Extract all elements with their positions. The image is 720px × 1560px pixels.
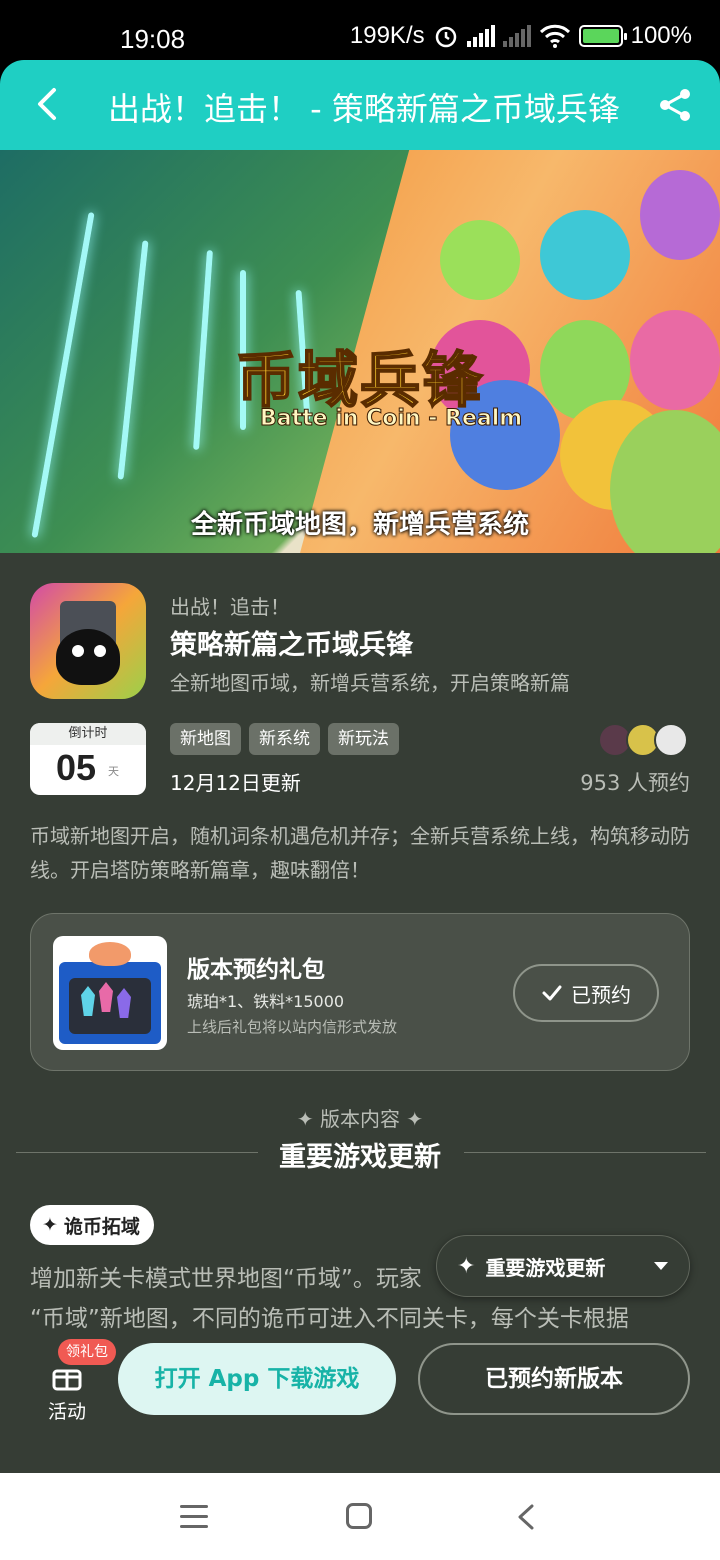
banner-caption: 全新币域地图，新增兵营系统 xyxy=(190,510,529,540)
open-app-button[interactable]: 打开 App 下载游戏 xyxy=(118,1343,396,1415)
gift-box-image xyxy=(53,936,167,1050)
content-area: 出战！追击！ 策略新篇之币域兵锋 全新地图币域，新增兵营系统，开启策略新篇 倒计… xyxy=(0,553,720,1473)
gift-reserved-button[interactable]: 已预约 xyxy=(513,964,659,1022)
gift-pack-card: 版本预约礼包 琥珀*1、铁料*15000 上线后礼包将以站内信形式发放 已预约 xyxy=(30,913,690,1071)
sparkle-icon: ✦ xyxy=(406,1107,424,1131)
section-title: 重要游戏更新 xyxy=(279,1142,441,1173)
reserved-new-version-button[interactable]: 已预约新版本 xyxy=(418,1343,690,1415)
back-arrow-icon[interactable] xyxy=(30,86,66,122)
countdown-label: 倒计时 xyxy=(30,723,146,745)
section-tag-label: 版本内容 xyxy=(320,1107,400,1131)
signal-icon xyxy=(466,25,495,47)
activity-label: 活动 xyxy=(47,1401,86,1423)
monster-blob xyxy=(640,170,720,260)
gift-reserved-label: 已预约 xyxy=(571,982,631,1007)
status-time: 19:08 xyxy=(120,24,186,54)
page-title: 出战！追击！ - 策略新篇之币域兵锋 xyxy=(108,90,620,128)
status-bar: 19:08 199K/s 100% xyxy=(0,0,720,68)
signal-2-icon xyxy=(502,25,531,47)
top-header: 出战！追击！ - 策略新篇之币域兵锋 xyxy=(0,60,720,150)
app-icon[interactable] xyxy=(30,583,146,699)
creature-eye xyxy=(94,645,106,657)
tag-list: 新地图 新系统 新玩法 xyxy=(170,723,399,755)
sparkle-icon: ✦ xyxy=(457,1253,476,1279)
chip-label: 诡币拓域 xyxy=(63,1215,140,1238)
subsection-chip: ✦ 诡币拓域 xyxy=(30,1205,154,1245)
banner-logo-subtitle: Batte in Coin - Realm xyxy=(259,406,523,432)
caret-down-icon xyxy=(654,1262,668,1270)
gift-badge: 领礼包 xyxy=(58,1339,116,1365)
reserve-count: 953 人预约 xyxy=(580,771,690,795)
network-speed: 199K/s xyxy=(349,22,425,49)
countdown-unit: 天 xyxy=(108,765,119,778)
app-tagline: 全新地图币域，新增兵营系统，开启策略新篇 xyxy=(170,671,570,695)
monster-blob xyxy=(540,210,630,300)
creature-eye xyxy=(72,645,84,657)
recents-menu-icon[interactable] xyxy=(180,1505,208,1529)
status-icons: 199K/s 100% xyxy=(350,22,692,50)
tag-new-system: 新系统 xyxy=(249,723,320,755)
battery-level: 100% xyxy=(630,22,692,49)
alarm-icon xyxy=(435,26,456,48)
home-icon[interactable] xyxy=(346,1503,372,1529)
section-tag: ✦ 版本内容 ✦ xyxy=(0,1103,720,1132)
countdown-value: 05 xyxy=(56,747,97,788)
promo-banner: 币域兵锋 Batte in Coin - Realm xyxy=(0,150,720,553)
system-nav-bar xyxy=(0,1473,720,1560)
app-subtitle: 出战！追击！ xyxy=(170,595,290,619)
tag-new-gameplay: 新玩法 xyxy=(328,723,399,755)
creature-shape xyxy=(56,629,120,685)
monster-blob xyxy=(440,220,520,300)
version-description: 币域新地图开启，随机词条机遇危机并存；全新兵营系统上线，构筑移动防线。开启塔防策… xyxy=(30,824,690,882)
gift-note: 上线后礼包将以站内信形式发放 xyxy=(187,1018,398,1036)
gift-bow-shape xyxy=(89,942,131,966)
tag-new-map: 新地图 xyxy=(170,723,241,755)
gift-items: 琥珀*1、铁料*15000 xyxy=(187,992,345,1011)
sparkle-icon: ✦ xyxy=(296,1107,314,1131)
wifi-icon xyxy=(539,24,570,48)
share-icon[interactable] xyxy=(656,86,694,124)
gift-title: 版本预约礼包 xyxy=(187,957,325,983)
app-title: 策略新篇之币域兵锋 xyxy=(170,630,413,661)
check-icon xyxy=(542,985,562,1001)
update-date: 12月12日更新 xyxy=(170,771,301,795)
countdown-box: 倒计时 05 天 xyxy=(30,723,146,795)
bottom-action-bar: 活动 领礼包 打开 App 下载游戏 已预约新版本 xyxy=(0,1331,720,1473)
nav-back-icon[interactable] xyxy=(514,1503,538,1531)
sparkle-icon: ✦ xyxy=(42,1214,58,1236)
monster-blob xyxy=(630,310,720,410)
battery-icon xyxy=(578,25,627,47)
avatar xyxy=(654,723,688,757)
toc-label: 重要游戏更新 xyxy=(485,1255,606,1280)
table-of-contents-button[interactable]: ✦ 重要游戏更新 xyxy=(436,1235,690,1297)
reserver-avatars xyxy=(598,723,690,757)
